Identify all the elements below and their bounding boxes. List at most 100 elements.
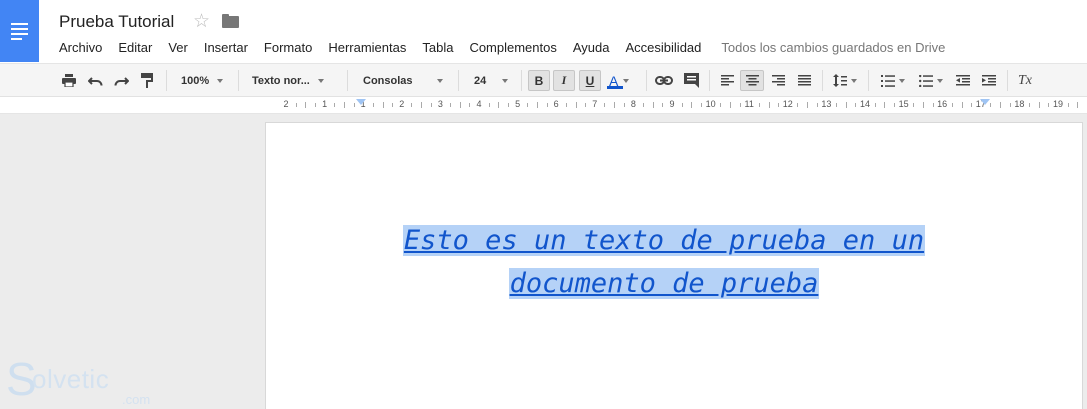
save-status[interactable]: Todos los cambios guardados en Drive — [721, 40, 945, 56]
ruler-label: 9 — [669, 99, 675, 109]
menu-formato[interactable]: Formato — [264, 40, 312, 56]
redo-icon[interactable] — [111, 64, 131, 97]
ruler-tick — [700, 103, 702, 107]
menubar: Archivo Editar Ver Insertar Formato Herr… — [59, 40, 945, 56]
undo-icon[interactable] — [85, 64, 105, 97]
bold-button[interactable]: B — [528, 70, 550, 91]
italic-button[interactable]: I — [553, 70, 575, 91]
ruler-tick — [546, 103, 548, 107]
star-icon[interactable]: ☆ — [193, 10, 210, 33]
ruler-tick — [623, 103, 625, 107]
ruler-tick — [469, 103, 471, 107]
watermark-domain: .com — [122, 392, 151, 407]
ruler-label: 5 — [515, 99, 521, 109]
toolbar-separator — [458, 70, 459, 91]
ruler-tick — [758, 103, 760, 107]
ruler-tick — [807, 102, 809, 108]
zoom-value: 100% — [181, 74, 210, 87]
text-color-button[interactable]: A — [604, 70, 638, 91]
ruler-tick — [720, 103, 722, 107]
ruler: 2 1 1 2 3 4 5 6 7 8 9 10 11 12 13 14 15 16 17 18 19 — [0, 97, 1087, 114]
menu-ver[interactable]: Ver — [168, 40, 188, 56]
print-icon[interactable] — [59, 64, 79, 97]
ruler-label: 1 — [322, 99, 328, 109]
ruler-label: 16 — [937, 99, 948, 109]
menu-complementos[interactable]: Complementos — [469, 40, 556, 56]
underline-button[interactable]: U — [579, 70, 601, 91]
menu-archivo[interactable]: Archivo — [59, 40, 102, 56]
ruler-label: 14 — [859, 99, 871, 109]
increase-indent-icon[interactable] — [978, 64, 1000, 97]
ruler-tick — [1009, 103, 1011, 107]
menu-editar[interactable]: Editar — [118, 40, 152, 56]
decrease-indent-icon[interactable] — [952, 64, 974, 97]
ruler-tick — [961, 102, 963, 108]
clear-formatting-icon[interactable]: Tx — [1014, 64, 1036, 97]
chevron-down-icon — [937, 78, 943, 83]
comment-icon[interactable] — [680, 64, 702, 97]
ruler-tick — [450, 103, 452, 107]
menu-herramientas[interactable]: Herramientas — [328, 40, 406, 56]
ruler-label: 11 — [744, 99, 754, 109]
ruler-tick — [1000, 102, 1002, 108]
ruler-tick — [652, 102, 654, 108]
ruler-tick — [334, 103, 336, 107]
ruler-tick — [392, 103, 394, 107]
ruler-tick — [585, 103, 587, 107]
ruler-tick — [411, 103, 413, 107]
ruler-tick — [507, 103, 509, 107]
style-select[interactable]: Texto nor... — [252, 64, 336, 97]
ruler-tick — [1048, 103, 1050, 107]
align-left-icon[interactable] — [716, 64, 738, 97]
zoom-select[interactable]: 100% — [181, 64, 229, 97]
menu-tabla[interactable]: Tabla — [422, 40, 453, 56]
document-title[interactable]: Prueba Tutorial — [59, 12, 174, 32]
ruler-label: 12 — [782, 99, 793, 109]
paint-format-icon[interactable] — [137, 64, 157, 97]
ruler-tick — [382, 102, 384, 108]
text-color-swatch — [607, 86, 623, 89]
toolbar-separator — [822, 70, 823, 91]
link-icon[interactable] — [653, 64, 675, 97]
font-value: Consolas — [363, 74, 413, 87]
ruler-tick — [353, 103, 355, 107]
folder-icon[interactable] — [222, 14, 239, 28]
font-select[interactable]: Consolas — [363, 64, 447, 97]
ruler-tick — [1067, 103, 1069, 107]
menu-insertar[interactable]: Insertar — [204, 40, 248, 56]
document-page[interactable]: Esto es un texto de prueba en un documen… — [265, 122, 1083, 409]
align-right-icon[interactable] — [767, 64, 789, 97]
ruler-label: 18 — [1014, 99, 1025, 109]
chevron-down-icon — [437, 78, 443, 83]
ruler-tick — [1029, 103, 1031, 107]
numbered-list-icon[interactable] — [876, 64, 910, 97]
align-justify-icon[interactable] — [793, 64, 815, 97]
right-indent-marker[interactable] — [980, 99, 990, 105]
line-spacing-icon[interactable] — [828, 64, 862, 97]
ruler-label: 19 — [1052, 99, 1064, 109]
clear-formatting-glyph: Tx — [1018, 72, 1032, 88]
menu-ayuda[interactable]: Ayuda — [573, 40, 610, 56]
ruler-label: 8 — [630, 99, 636, 109]
ruler-tick — [295, 103, 297, 107]
toolbar-separator — [709, 70, 710, 91]
ruler-label: 2 — [283, 99, 289, 109]
menu-accesibilidad[interactable]: Accesibilidad — [626, 40, 702, 56]
docs-logo-icon[interactable] — [0, 0, 39, 62]
selected-text-line[interactable]: documento de prueba — [508, 268, 820, 299]
toolbar-separator — [1007, 70, 1008, 91]
bulleted-list-icon[interactable] — [914, 64, 948, 97]
ruler-tick — [874, 103, 876, 107]
left-indent-marker[interactable] — [356, 99, 366, 105]
ruler-tick — [1038, 102, 1040, 108]
font-size-select[interactable]: 24 — [474, 64, 514, 97]
ruler-label: 13 — [821, 99, 832, 109]
ruler-tick — [314, 103, 316, 107]
document-body[interactable]: Esto es un texto de prueba en un documen… — [266, 219, 1062, 305]
selected-text-line[interactable]: Esto es un texto de prueba en un — [402, 225, 926, 256]
ruler-tick — [884, 102, 886, 108]
align-center-icon[interactable] — [740, 70, 764, 91]
chevron-down-icon — [217, 78, 224, 83]
ruler-tick — [729, 102, 731, 108]
ruler-tick — [845, 102, 847, 108]
